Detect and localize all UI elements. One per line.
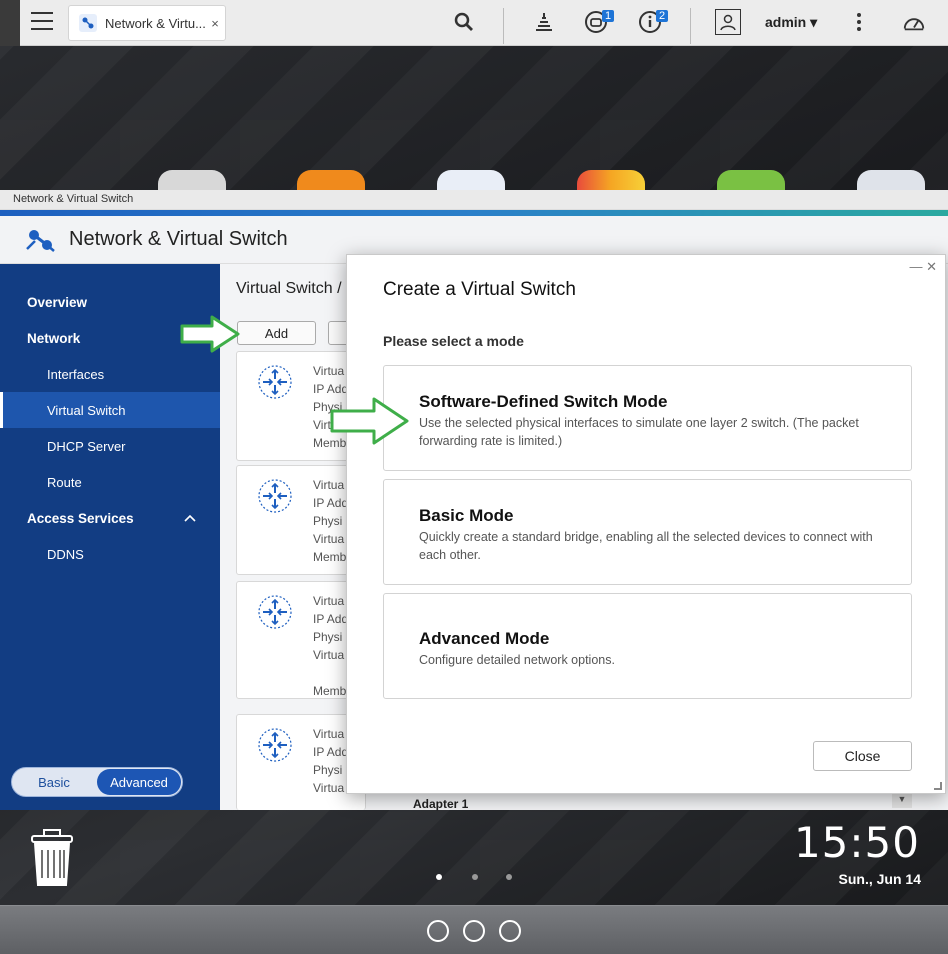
notification-badge: 1	[602, 10, 615, 22]
sidebar-item-interfaces[interactable]: Interfaces	[0, 356, 220, 392]
search-icon[interactable]	[452, 10, 476, 34]
mode-option-advanced[interactable]: Advanced Mode Configure detailed network…	[383, 593, 912, 699]
chevron-down-icon: ▾	[810, 14, 818, 30]
sidebar-item-ddns[interactable]: DDNS	[0, 536, 220, 572]
user-avatar-icon[interactable]	[715, 9, 741, 35]
apps-grid-icon[interactable]	[499, 920, 521, 942]
mode-name: Software-Defined Switch Mode	[419, 392, 668, 411]
create-virtual-switch-dialog: — ✕ Create a Virtual Switch Please selec…	[346, 254, 946, 794]
page-dot[interactable]	[472, 874, 478, 880]
dashboard-gauge-icon[interactable]	[902, 10, 926, 34]
taskbar-app-tab[interactable]: Network & Virtu... ×	[68, 5, 226, 41]
info-badge: 2	[656, 10, 669, 22]
mode-advanced-option[interactable]: Advanced	[97, 769, 181, 795]
mode-option-basic[interactable]: Basic Mode Quickly create a standard bri…	[383, 479, 912, 585]
sidebar-item-virtual-switch[interactable]: Virtual Switch	[0, 392, 220, 428]
annotation-arrow-icon	[180, 315, 240, 353]
page-dot[interactable]	[506, 874, 512, 880]
bottom-dock	[0, 905, 948, 954]
sidebar-item-label: Access Services	[27, 510, 134, 526]
chevron-down-icon[interactable]: ▼	[892, 794, 912, 808]
dialog-window-controls[interactable]: — ✕	[909, 259, 937, 275]
separator	[690, 8, 691, 44]
breadcrumb: Virtual Switch /	[236, 280, 342, 297]
sidebar-item-route[interactable]: Route	[0, 464, 220, 500]
menu-icon[interactable]	[31, 12, 53, 30]
app-title: Network & Virtual Switch	[69, 228, 288, 250]
virtual-switch-icon	[258, 479, 292, 513]
mode-description: Configure detailed network options.	[419, 653, 615, 667]
mode-name: Basic Mode	[419, 506, 514, 525]
desktop-date: Sun., Jun 14	[838, 871, 921, 887]
network-switch-logo-icon	[26, 229, 55, 252]
mode-name: Advanced Mode	[419, 629, 550, 648]
close-icon[interactable]: ×	[205, 16, 225, 31]
mode-basic-option[interactable]: Basic	[12, 768, 96, 796]
tools-icon[interactable]	[463, 920, 485, 942]
dialog-subtitle: Please select a mode	[383, 333, 524, 349]
cloud-icon[interactable]	[427, 920, 449, 942]
desktop-clock: 15:50	[793, 818, 920, 867]
mode-option-software-defined[interactable]: Software-Defined Switch Mode Use the sel…	[383, 365, 912, 471]
mode-description: Quickly create a standard bridge, enabli…	[419, 530, 873, 562]
taskbar-edge	[0, 0, 20, 46]
resize-handle-icon[interactable]	[934, 782, 942, 790]
separator	[503, 8, 504, 44]
window-caption: Network & Virtual Switch	[0, 190, 948, 210]
adapter-label: Adapter 1	[413, 797, 469, 811]
annotation-arrow-icon	[330, 397, 409, 445]
sidebar-item-dhcp-server[interactable]: DHCP Server	[0, 428, 220, 464]
virtual-switch-icon	[258, 365, 292, 399]
more-options-icon[interactable]	[857, 13, 861, 34]
chevron-up-icon[interactable]	[184, 511, 196, 525]
sidebar-item-access-services[interactable]: Access Services	[0, 500, 220, 536]
user-menu[interactable]: admin ▾	[765, 14, 817, 31]
add-button[interactable]: Add	[237, 321, 316, 345]
virtual-switch-icon	[258, 595, 292, 629]
top-taskbar: Network & Virtu... × 1 2 admin ▾	[0, 0, 948, 46]
page-dot-active[interactable]	[436, 874, 442, 880]
mode-description: Use the selected physical interfaces to …	[419, 416, 859, 448]
virtual-switch-icon	[258, 728, 292, 762]
network-switch-icon	[79, 14, 97, 32]
username: admin	[765, 14, 807, 30]
dialog-title: Create a Virtual Switch	[383, 279, 576, 300]
mode-toggle[interactable]: Basic Advanced	[11, 767, 183, 797]
tasks-icon[interactable]	[532, 10, 556, 34]
trash-icon[interactable]	[26, 826, 78, 888]
close-button[interactable]: Close	[813, 741, 912, 771]
taskbar-tab-label: Network & Virtu...	[105, 15, 205, 31]
